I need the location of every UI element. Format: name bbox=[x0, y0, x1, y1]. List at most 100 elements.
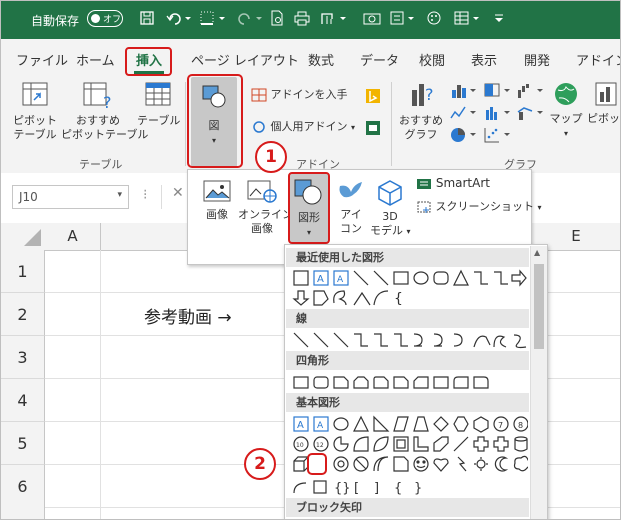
svg-text:12: 12 bbox=[316, 442, 324, 449]
people-graph-button[interactable] bbox=[365, 120, 381, 140]
maps-button[interactable]: マップ ▾ bbox=[549, 80, 583, 141]
table-icon bbox=[145, 82, 171, 106]
rectangles-row[interactable] bbox=[292, 375, 528, 391]
ribbon: ピボット テーブル ? おすすめ ピボットテーブル テーブル テーブル 図 ▾ … bbox=[1, 74, 620, 174]
tab-addins[interactable]: アドイン bbox=[576, 50, 620, 69]
chevron-down-icon[interactable]: ▾ bbox=[117, 190, 122, 200]
picture-button[interactable]: 画像 bbox=[198, 178, 236, 222]
online-label2: 画像 bbox=[251, 222, 273, 235]
my-addins-label: 個人用アドイン bbox=[270, 120, 348, 133]
icons-label1: アイ bbox=[340, 208, 362, 221]
online-picture-button[interactable]: オンライン 画像 bbox=[238, 178, 293, 236]
tab-page-layout[interactable]: ページ レイアウト bbox=[191, 50, 299, 69]
print-preview-icon[interactable] bbox=[269, 10, 285, 30]
camera-icon[interactable] bbox=[363, 10, 381, 30]
redo-icon[interactable] bbox=[237, 10, 263, 30]
tab-review[interactable]: 校閲 bbox=[419, 50, 445, 69]
pivot-chart-icon bbox=[595, 82, 617, 106]
brackets-row[interactable]: {} [ ] { } bbox=[292, 479, 528, 495]
people-graph-icon bbox=[366, 121, 380, 135]
svg-text:?: ? bbox=[425, 85, 434, 104]
format-icon[interactable] bbox=[389, 10, 417, 30]
get-addins-button[interactable]: アドインを入手 bbox=[251, 88, 348, 102]
line-chart-icon bbox=[450, 106, 476, 119]
bing-icon bbox=[366, 89, 380, 103]
cell-note: 参考動画 → bbox=[144, 308, 232, 328]
lines-row[interactable] bbox=[292, 331, 528, 349]
pivot-chart-button[interactable]: ピボット bbox=[587, 80, 620, 126]
form-icon[interactable] bbox=[453, 10, 483, 30]
shapes-label: 図形 bbox=[298, 211, 320, 224]
icons-button[interactable]: アイ コン bbox=[334, 178, 368, 236]
row-header-2[interactable]: 2 bbox=[1, 293, 45, 336]
bird-icon bbox=[339, 182, 362, 198]
cube-icon bbox=[378, 180, 402, 206]
smartart-button[interactable]: SmartArt bbox=[416, 176, 490, 191]
more-options-icon: ⁝ bbox=[143, 187, 148, 203]
screenshot-button[interactable]: スクリーンショット ▾ bbox=[416, 200, 541, 215]
my-addins-button[interactable]: 個人用アドイン ▾ bbox=[251, 120, 355, 135]
stat-chart-icon bbox=[485, 107, 510, 120]
recommended-charts-button[interactable]: ? おすすめ グラフ bbox=[397, 80, 445, 142]
row-header-6[interactable]: 6 bbox=[1, 465, 45, 519]
chart-type-buttons bbox=[449, 82, 549, 148]
3d-models-button[interactable]: 3D モデル ▾ bbox=[370, 178, 411, 239]
svg-text:{: { bbox=[394, 481, 402, 495]
chevron-down-icon: ▾ bbox=[563, 129, 568, 138]
name-box-value: J10 bbox=[19, 190, 38, 204]
select-all-corner[interactable] bbox=[1, 223, 45, 251]
frame-shape-highlight bbox=[307, 453, 327, 475]
row-header-5[interactable]: 5 bbox=[1, 422, 45, 465]
quick-print-icon[interactable] bbox=[293, 10, 311, 30]
gallery-scrollbar[interactable]: ▲ bbox=[530, 246, 547, 519]
rec-chart-label1: おすすめ bbox=[399, 114, 443, 127]
chevron-down-icon: ▾ bbox=[537, 203, 542, 212]
table-button[interactable]: テーブル bbox=[137, 80, 180, 128]
row-header-1[interactable]: 1 bbox=[1, 250, 45, 293]
rec-pivot-label1: おすすめ bbox=[76, 114, 120, 127]
pivot-table-icon bbox=[22, 82, 48, 106]
tab-file[interactable]: ファイル bbox=[16, 50, 68, 69]
section-rectangles: 四角形 bbox=[286, 351, 529, 370]
tab-home[interactable]: ホーム bbox=[76, 50, 115, 69]
screenshot-icon bbox=[417, 201, 431, 213]
column-header-a[interactable]: A bbox=[45, 223, 101, 251]
name-box[interactable]: J10 ▾ bbox=[12, 185, 129, 209]
chevron-down-icon: ▾ bbox=[406, 227, 411, 236]
addin-store-icon bbox=[251, 88, 267, 102]
border-icon[interactable] bbox=[199, 10, 229, 30]
tab-view[interactable]: 表示 bbox=[471, 50, 497, 69]
save-icon[interactable] bbox=[139, 10, 155, 30]
pivot-table-button[interactable]: ピボット テーブル bbox=[13, 80, 57, 142]
scroll-up-icon[interactable]: ▲ bbox=[534, 248, 540, 257]
recommended-charts-icon: ? bbox=[412, 84, 434, 106]
step-1-callout: 1 bbox=[255, 141, 287, 173]
tab-data[interactable]: データ bbox=[360, 50, 399, 69]
highlight-icon[interactable] bbox=[426, 10, 444, 30]
autosave-toggle[interactable]: オフ bbox=[87, 10, 123, 27]
scrollbar-thumb[interactable] bbox=[534, 264, 544, 349]
step-2-callout: 2 bbox=[244, 448, 276, 480]
hierarchy-chart-icon bbox=[484, 83, 510, 97]
sort-icon[interactable] bbox=[319, 10, 349, 30]
globe-icon bbox=[555, 83, 577, 105]
tab-formulas[interactable]: 数式 bbox=[308, 50, 334, 69]
row-header-4[interactable]: 4 bbox=[1, 379, 45, 422]
row-header-3[interactable]: 3 bbox=[1, 336, 45, 379]
basic-shapes-grid[interactable]: A A 7 8 10 12 bbox=[292, 415, 528, 475]
rec-chart-label2: グラフ bbox=[404, 128, 438, 141]
my-addins-icon bbox=[253, 121, 265, 133]
model-label2: モデル bbox=[370, 224, 403, 237]
map-label: マップ bbox=[549, 112, 583, 125]
recent-shapes-row[interactable]: A A { bbox=[292, 269, 528, 307]
svg-text:[: [ bbox=[354, 481, 359, 495]
recommended-pivot-button[interactable]: ? おすすめ ピボットテーブル bbox=[61, 80, 148, 142]
tab-developer[interactable]: 開発 bbox=[524, 50, 550, 69]
customize-icon[interactable] bbox=[493, 10, 505, 30]
shapes-button[interactable]: 図形 ▾ bbox=[288, 172, 330, 244]
undo-icon[interactable] bbox=[166, 10, 192, 30]
shapes-icon bbox=[294, 179, 322, 205]
bing-maps-button[interactable] bbox=[365, 88, 381, 108]
svg-text:10: 10 bbox=[296, 442, 304, 449]
chevron-down-icon: ▾ bbox=[351, 123, 356, 132]
